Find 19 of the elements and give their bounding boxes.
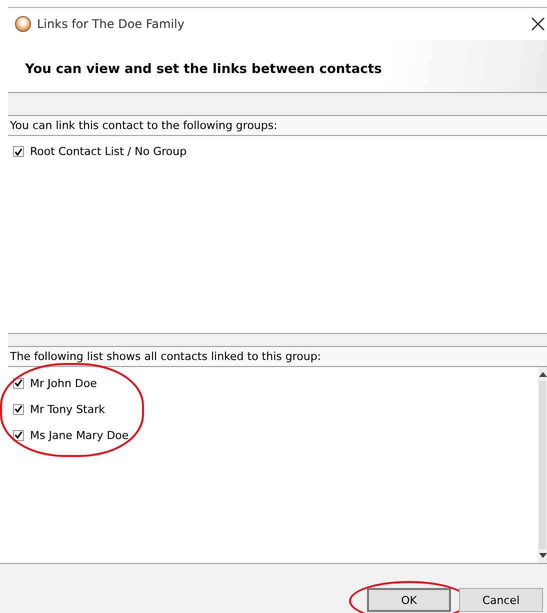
section-label: You can link this contact to the following groups: xyxy=(8,116,547,136)
checkbox[interactable] xyxy=(13,378,24,388)
dialog-button[interactable]: OK xyxy=(367,588,451,612)
app-icon xyxy=(15,16,31,32)
group-item[interactable]: Root Contact List / No Group xyxy=(30,145,187,158)
checkbox[interactable] xyxy=(13,404,24,414)
dialog-button[interactable]: Cancel xyxy=(459,588,543,612)
contact-item[interactable]: Ms Jane Mary Doe xyxy=(30,428,129,442)
scrollbar[interactable] xyxy=(538,367,547,563)
header-title: You can view and set the links between contacts xyxy=(25,62,382,76)
checkbox[interactable] xyxy=(13,430,24,440)
contact-item[interactable]: Mr John Doe xyxy=(30,376,97,390)
close-icon[interactable] xyxy=(531,17,545,31)
section-label: The following list shows all contacts linked to this group: xyxy=(8,347,547,367)
contact-item[interactable]: Mr Tony Stark xyxy=(30,402,105,416)
scroll-up-icon[interactable] xyxy=(538,371,546,377)
window-title: Links for The Doe Family xyxy=(37,17,186,31)
checkbox[interactable] xyxy=(13,146,24,157)
scroll-down-icon[interactable] xyxy=(538,553,546,559)
